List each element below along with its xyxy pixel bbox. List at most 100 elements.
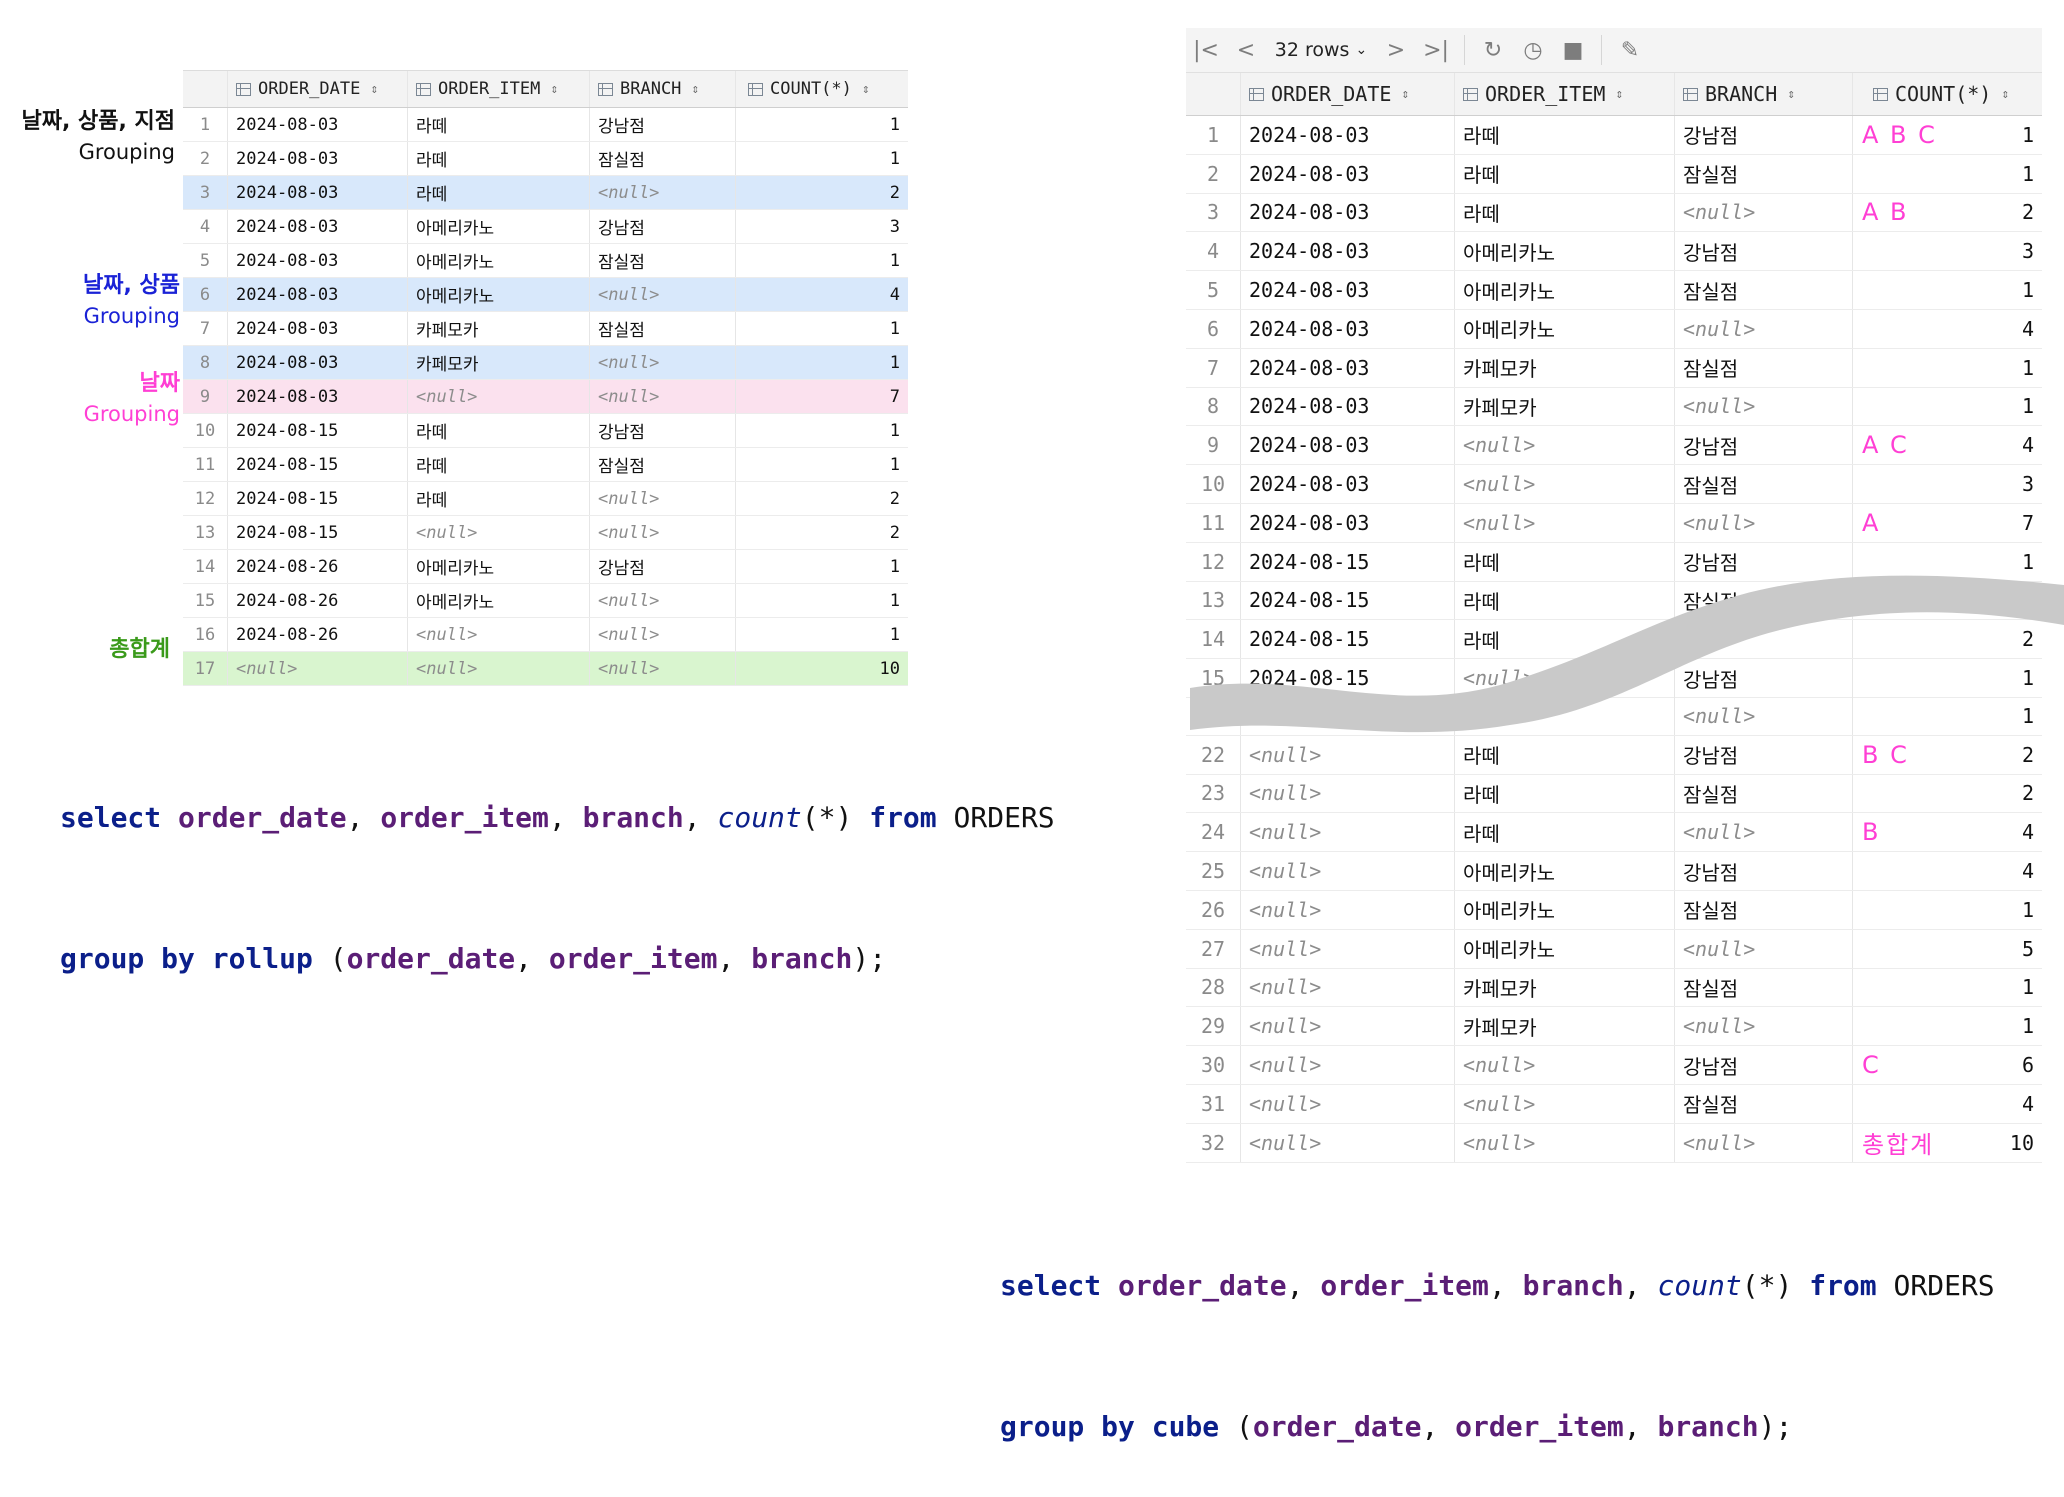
cell-branch[interactable]: <null> xyxy=(589,346,735,379)
pin-icon[interactable]: ✎ xyxy=(1610,28,1650,72)
cell-count[interactable]: 1 xyxy=(1852,968,2042,1007)
cell-order-date[interactable]: 2024-08-15 xyxy=(227,516,407,549)
table-row[interactable]: 3 2024-08-03 라떼 <null> 2 A B xyxy=(1186,193,2042,233)
cell-order-item[interactable]: 카페모카 xyxy=(1454,348,1674,387)
cell-count[interactable]: 10 xyxy=(735,652,908,685)
cell-branch[interactable]: <null> xyxy=(1674,309,1852,348)
table-row[interactable]: 5 2024-08-03 아메리카노 잠실점 1 xyxy=(183,244,908,278)
sort-icon[interactable]: ⇕ xyxy=(862,82,870,97)
cell-order-date[interactable]: <null> xyxy=(1240,1084,1454,1123)
cell-order-item[interactable]: <null> xyxy=(407,516,589,549)
column-header-order-date[interactable]: ORDER_DATE ⇕ xyxy=(1240,73,1454,115)
cell-order-item[interactable]: <null> xyxy=(407,380,589,413)
cell-order-date[interactable]: 2024-08-26 xyxy=(227,584,407,617)
table-row[interactable]: 23 <null> 라떼 잠실점 2 xyxy=(1186,774,2042,814)
cell-order-date[interactable]: <null> xyxy=(1240,813,1454,852)
table-row[interactable]: 16 2024-08-26 <null> <null> 1 xyxy=(183,618,908,652)
cell-order-item[interactable]: <null> xyxy=(407,652,589,685)
cell-order-item[interactable]: 아메리카노 xyxy=(407,550,589,583)
cell-order-date[interactable]: 2024-08-03 xyxy=(1240,465,1454,503)
cell-branch[interactable]: 잠실점 xyxy=(589,244,735,277)
table-row[interactable]: 12 2024-08-15 라떼 <null> 2 xyxy=(183,482,908,516)
cell-order-date[interactable]: 2024-08-15 xyxy=(227,414,407,447)
cell-order-item[interactable]: 아메리카노 xyxy=(1454,232,1674,271)
cell-order-item[interactable]: <null> xyxy=(1454,503,1674,542)
table-row[interactable]: 13 2024-08-15 <null> <null> 2 xyxy=(183,516,908,550)
cell-order-date[interactable]: 2024-08-26 xyxy=(227,618,407,651)
table-row[interactable]: 7 2024-08-03 카페모카 잠실점 1 xyxy=(1186,348,2042,388)
cell-branch[interactable]: 강남점 xyxy=(1674,735,1852,774)
cell-order-item[interactable]: 아메리카노 xyxy=(407,244,589,277)
cell-order-item[interactable]: 아메리카노 xyxy=(1454,852,1674,890)
prev-page-icon[interactable]: < xyxy=(1226,28,1266,72)
column-header-branch[interactable]: BRANCH ⇕ xyxy=(1674,73,1852,115)
last-page-icon[interactable]: >| xyxy=(1416,28,1456,72)
cell-order-item[interactable]: 라떼 xyxy=(407,448,589,481)
cell-count[interactable]: 3 xyxy=(1852,232,2042,271)
cell-order-date[interactable]: 2024-08-03 xyxy=(227,176,407,209)
cell-branch[interactable]: <null> xyxy=(1674,193,1852,232)
cell-branch[interactable]: <null> xyxy=(1674,387,1852,426)
cell-count[interactable]: 1 xyxy=(735,244,908,277)
cell-order-date[interactable]: 2024-08-03 xyxy=(227,108,407,141)
first-page-icon[interactable]: |< xyxy=(1186,28,1226,72)
table-row[interactable]: 7 2024-08-03 카페모카 잠실점 1 xyxy=(183,312,908,346)
cell-order-date[interactable]: 2024-08-03 xyxy=(1240,116,1454,154)
cell-branch[interactable]: <null> xyxy=(589,516,735,549)
cell-count[interactable]: 1 xyxy=(735,414,908,447)
table-row[interactable]: 24 <null> 라떼 <null> 4 B xyxy=(1186,813,2042,853)
cell-order-item[interactable]: 카페모카 xyxy=(407,312,589,345)
cell-order-date[interactable]: 2024-08-26 xyxy=(227,550,407,583)
cell-order-item[interactable]: 아메리카노 xyxy=(1454,929,1674,968)
table-row[interactable]: 3 2024-08-03 라떼 <null> 2 xyxy=(183,176,908,210)
column-header-order-item[interactable]: ORDER_ITEM ⇕ xyxy=(407,71,589,107)
cell-count[interactable]: 2 xyxy=(735,482,908,515)
cell-order-date[interactable]: 2024-08-03 xyxy=(227,278,407,311)
cell-order-item[interactable]: 라떼 xyxy=(1454,116,1674,154)
cell-order-item[interactable]: <null> xyxy=(1454,465,1674,503)
cell-count[interactable]: 1 xyxy=(735,142,908,175)
cell-order-item[interactable]: 라떼 xyxy=(407,482,589,515)
cell-order-date[interactable]: 2024-08-03 xyxy=(1240,193,1454,232)
table-row[interactable]: 17 <null> <null> <null> 10 xyxy=(183,652,908,686)
cell-order-date[interactable]: 2024-08-03 xyxy=(227,142,407,175)
cell-branch[interactable]: <null> xyxy=(589,482,735,515)
cell-order-item[interactable]: 라떼 xyxy=(407,108,589,141)
table-row[interactable]: 31 <null> <null> 잠실점 4 xyxy=(1186,1084,2042,1124)
table-row[interactable]: 28 <null> 카페모카 잠실점 1 xyxy=(1186,968,2042,1008)
cell-order-date[interactable]: 2024-08-15 xyxy=(227,448,407,481)
cell-count[interactable]: 1 xyxy=(735,618,908,651)
cell-branch[interactable]: <null> xyxy=(589,584,735,617)
cell-order-date[interactable]: 2024-08-03 xyxy=(227,244,407,277)
cell-count[interactable]: 1 xyxy=(1852,348,2042,387)
table-row[interactable]: 30 <null> <null> 강남점 6 C xyxy=(1186,1046,2042,1085)
cell-order-item[interactable]: 아메리카노 xyxy=(1454,890,1674,929)
cell-order-date[interactable]: <null> xyxy=(1240,1123,1454,1162)
cell-order-date[interactable]: 2024-08-03 xyxy=(227,346,407,379)
cell-order-date[interactable]: <null> xyxy=(227,652,407,685)
cell-order-item[interactable]: 카페모카 xyxy=(407,346,589,379)
table-row[interactable]: 5 2024-08-03 아메리카노 잠실점 1 xyxy=(1186,271,2042,310)
cell-order-date[interactable]: 2024-08-03 xyxy=(1240,387,1454,426)
cell-order-item[interactable]: 카페모카 xyxy=(1454,387,1674,426)
cell-count[interactable]: 1 xyxy=(735,346,908,379)
column-header-branch[interactable]: BRANCH ⇕ xyxy=(589,71,735,107)
cell-branch[interactable]: <null> xyxy=(589,618,735,651)
cell-order-date[interactable]: 2024-08-03 xyxy=(227,312,407,345)
cell-branch[interactable]: <null> xyxy=(1674,1123,1852,1162)
cell-order-date[interactable]: <null> xyxy=(1240,1007,1454,1046)
cell-order-item[interactable]: 카페모카 xyxy=(1454,968,1674,1007)
cell-order-date[interactable]: <null> xyxy=(1240,1046,1454,1084)
cell-branch[interactable]: 강남점 xyxy=(1674,1046,1852,1084)
next-page-icon[interactable]: > xyxy=(1376,28,1416,72)
table-row[interactable]: 11 2024-08-15 라떼 잠실점 1 xyxy=(183,448,908,482)
cell-count[interactable]: 1 xyxy=(735,448,908,481)
cell-order-item[interactable]: 아메리카노 xyxy=(407,210,589,243)
sort-icon[interactable]: ⇕ xyxy=(691,82,699,97)
cell-order-item[interactable]: 라떼 xyxy=(407,414,589,447)
cell-order-date[interactable]: <null> xyxy=(1240,968,1454,1007)
cell-order-date[interactable]: <null> xyxy=(1240,735,1454,774)
cell-branch[interactable]: 잠실점 xyxy=(1674,890,1852,929)
cell-branch[interactable]: 강남점 xyxy=(1674,116,1852,154)
cell-order-item[interactable]: 라떼 xyxy=(1454,774,1674,813)
